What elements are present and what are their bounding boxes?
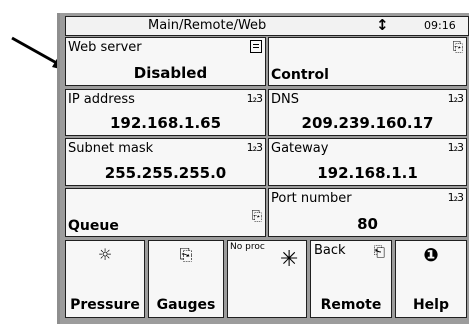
back-panel-icon: ⎗ bbox=[373, 244, 385, 260]
gauges-button-label: Gauges bbox=[156, 297, 216, 313]
device-screen: Main/Remote/Web ↕ 09:16 Web server Disab… bbox=[57, 13, 469, 324]
tile-control[interactable]: ⎘ Control bbox=[268, 37, 467, 86]
control-label: Control bbox=[271, 67, 329, 83]
tile-subnet-mask[interactable]: Subnet mask 1₂3 255.255.255.0 bbox=[65, 138, 266, 186]
remote-button[interactable]: Back ⎗ Remote bbox=[310, 240, 392, 318]
port-number-label: Port number bbox=[271, 191, 352, 206]
web-server-label: Web server bbox=[68, 40, 142, 55]
status-title: Main/Remote/Web bbox=[148, 18, 267, 33]
queue-label: Queue bbox=[68, 218, 119, 234]
port-number-value: 80 bbox=[357, 215, 378, 233]
pressure-button-label: Pressure bbox=[70, 297, 140, 313]
subnet-mask-value: 255.255.255.0 bbox=[104, 164, 227, 182]
gateway-label: Gateway bbox=[271, 141, 329, 156]
status-bar: Main/Remote/Web ↕ 09:16 bbox=[65, 16, 469, 36]
back-label: Back bbox=[314, 243, 346, 258]
gauges-button[interactable]: ⎘ Gauges bbox=[148, 240, 224, 318]
dns-label: DNS bbox=[271, 92, 299, 107]
tile-dns[interactable]: DNS 1₂3 209.239.160.17 bbox=[268, 89, 467, 136]
tile-gateway[interactable]: Gateway 1₂3 192.168.1.1 bbox=[268, 138, 467, 186]
panel-arrow-icon: ⎘ bbox=[452, 40, 463, 55]
remote-button-label: Remote bbox=[320, 297, 382, 313]
ip-address-value: 192.168.1.65 bbox=[109, 114, 222, 132]
dns-value: 209.239.160.17 bbox=[301, 114, 434, 132]
tile-port-number[interactable]: Port number 1₂3 80 bbox=[268, 188, 467, 237]
pressure-button[interactable]: ☼ Pressure bbox=[65, 240, 145, 318]
numeric-input-icon: 1₂3 bbox=[447, 191, 464, 204]
no-proc-label: No proc bbox=[230, 242, 265, 252]
updown-arrow-icon: ↕ bbox=[376, 16, 389, 34]
panel-arrow-icon: ⎘ bbox=[251, 209, 262, 224]
help-button[interactable]: ❶ Help bbox=[395, 240, 467, 318]
numeric-input-icon: 1₂3 bbox=[246, 92, 263, 105]
gauge-sun-icon: ☼ bbox=[97, 245, 113, 264]
gateway-value: 192.168.1.1 bbox=[317, 164, 418, 182]
numeric-input-icon: 1₂3 bbox=[447, 141, 464, 154]
ip-address-label: IP address bbox=[68, 92, 135, 107]
subnet-mask-label: Subnet mask bbox=[68, 141, 154, 156]
numeric-input-icon: 1₂3 bbox=[447, 92, 464, 105]
tile-queue[interactable]: ⎘ Queue bbox=[65, 188, 266, 237]
numeric-input-icon: 1₂3 bbox=[246, 141, 263, 154]
no-proc-button[interactable]: No proc ✳ bbox=[227, 240, 307, 318]
asterisk-icon: ✳ bbox=[280, 247, 299, 272]
help-button-label: Help bbox=[412, 297, 450, 313]
tile-web-server[interactable]: Web server Disabled bbox=[65, 37, 266, 86]
list-icon bbox=[250, 40, 262, 56]
tile-ip-address[interactable]: IP address 1₂3 192.168.1.65 bbox=[65, 89, 266, 136]
status-time: 09:16 bbox=[424, 19, 456, 32]
info-icon: ❶ bbox=[423, 245, 439, 266]
panel-arrow-icon: ⎘ bbox=[179, 245, 193, 264]
web-server-value: Disabled bbox=[133, 64, 208, 82]
